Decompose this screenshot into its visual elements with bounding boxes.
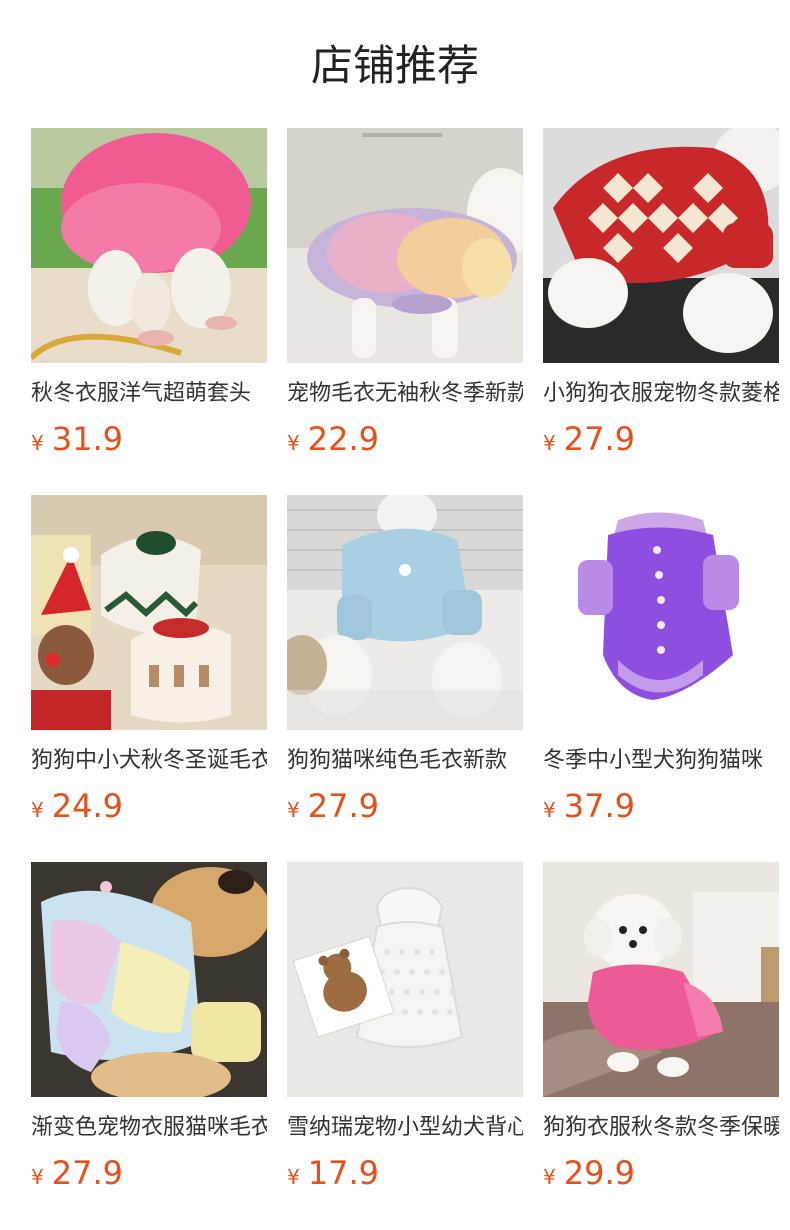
currency-symbol: ¥ <box>287 1165 300 1189</box>
product-name[interactable]: 秋冬衣服洋气超萌套头 <box>31 379 267 409</box>
currency-symbol: ¥ <box>31 431 44 455</box>
price-amount: 27.9 <box>563 420 635 458</box>
product-photo-white-knit-vest-teddy-card <box>287 862 523 1097</box>
product-price: ¥ 29.9 <box>543 1153 779 1193</box>
currency-symbol: ¥ <box>287 798 300 822</box>
product-photo-christmas-reindeer-sweaters <box>31 495 267 730</box>
product-price: ¥ 27.9 <box>287 786 523 826</box>
product-card[interactable]: 秋冬衣服洋气超萌套头 ¥ 31.9 <box>31 128 267 495</box>
product-photo-red-argyle-sweater <box>543 128 779 363</box>
product-name[interactable]: 冬季中小型犬狗狗猫咪 <box>543 746 779 776</box>
price-amount: 22.9 <box>307 420 379 458</box>
currency-symbol: ¥ <box>543 798 556 822</box>
product-price: ¥ 22.9 <box>287 419 523 459</box>
product-image[interactable] <box>31 862 267 1097</box>
product-photo-pink-sweater-white-poodle <box>543 862 779 1097</box>
price-amount: 29.9 <box>563 1154 635 1192</box>
product-image[interactable] <box>543 862 779 1097</box>
product-price: ¥ 24.9 <box>31 786 267 826</box>
product-card[interactable]: 渐变色宠物衣服猫咪毛衣 ¥ 27.9 <box>31 862 267 1229</box>
product-price: ¥ 27.9 <box>543 419 779 459</box>
product-price: ¥ 37.9 <box>543 786 779 826</box>
product-grid: 秋冬衣服洋气超萌套头 ¥ 31.9 宠物毛衣无袖秋冬季新款 ¥ 22.9 小狗狗… <box>31 128 779 1229</box>
product-name[interactable]: 狗狗猫咪纯色毛衣新款 <box>287 746 523 776</box>
product-name[interactable]: 小狗狗衣服宠物冬款菱格 <box>543 379 779 409</box>
product-image[interactable] <box>543 128 779 363</box>
product-card[interactable]: 狗狗中小犬秋冬圣诞毛衣 ¥ 24.9 <box>31 495 267 862</box>
product-name[interactable]: 雪纳瑞宠物小型幼犬背心 <box>287 1113 523 1143</box>
price-amount: 24.9 <box>51 787 123 825</box>
product-name[interactable]: 宠物毛衣无袖秋冬季新款 <box>287 379 523 409</box>
currency-symbol: ¥ <box>543 1165 556 1189</box>
price-amount: 27.9 <box>307 787 379 825</box>
product-image[interactable] <box>543 495 779 730</box>
product-card[interactable]: 狗狗衣服秋冬款冬季保暖 ¥ 29.9 <box>543 862 779 1229</box>
product-photo-pastel-patchwork-sweater <box>31 862 267 1097</box>
product-card[interactable]: 宠物毛衣无袖秋冬季新款 ¥ 22.9 <box>287 128 523 495</box>
currency-symbol: ¥ <box>543 431 556 455</box>
product-photo-rainbow-knit-vest <box>287 128 523 363</box>
product-card[interactable]: 小狗狗衣服宠物冬款菱格 ¥ 27.9 <box>543 128 779 495</box>
product-name[interactable]: 渐变色宠物衣服猫咪毛衣 <box>31 1113 267 1143</box>
product-price: ¥ 17.9 <box>287 1153 523 1193</box>
product-name[interactable]: 狗狗中小犬秋冬圣诞毛衣 <box>31 746 267 776</box>
product-price: ¥ 31.9 <box>31 419 267 459</box>
price-amount: 17.9 <box>307 1154 379 1192</box>
product-image[interactable] <box>31 128 267 363</box>
product-photo-blue-cardigan <box>287 495 523 730</box>
product-photo-purple-fluffy-sweater <box>543 495 779 730</box>
price-amount: 37.9 <box>563 787 635 825</box>
product-price: ¥ 27.9 <box>31 1153 267 1193</box>
product-image[interactable] <box>287 495 523 730</box>
product-image[interactable] <box>287 128 523 363</box>
product-image[interactable] <box>287 862 523 1097</box>
product-name[interactable]: 狗狗衣服秋冬款冬季保暖 <box>543 1113 779 1143</box>
product-card[interactable]: 狗狗猫咪纯色毛衣新款 ¥ 27.9 <box>287 495 523 862</box>
product-photo-pink-fluffy-sweater <box>31 128 267 363</box>
product-card[interactable]: 雪纳瑞宠物小型幼犬背心 ¥ 17.9 <box>287 862 523 1229</box>
product-image[interactable] <box>31 495 267 730</box>
product-card[interactable]: 冬季中小型犬狗狗猫咪 ¥ 37.9 <box>543 495 779 862</box>
currency-symbol: ¥ <box>287 431 300 455</box>
price-amount: 27.9 <box>51 1154 123 1192</box>
currency-symbol: ¥ <box>31 1165 44 1189</box>
page-title: 店铺推荐 <box>310 41 479 90</box>
currency-symbol: ¥ <box>31 798 44 822</box>
price-amount: 31.9 <box>51 420 123 458</box>
